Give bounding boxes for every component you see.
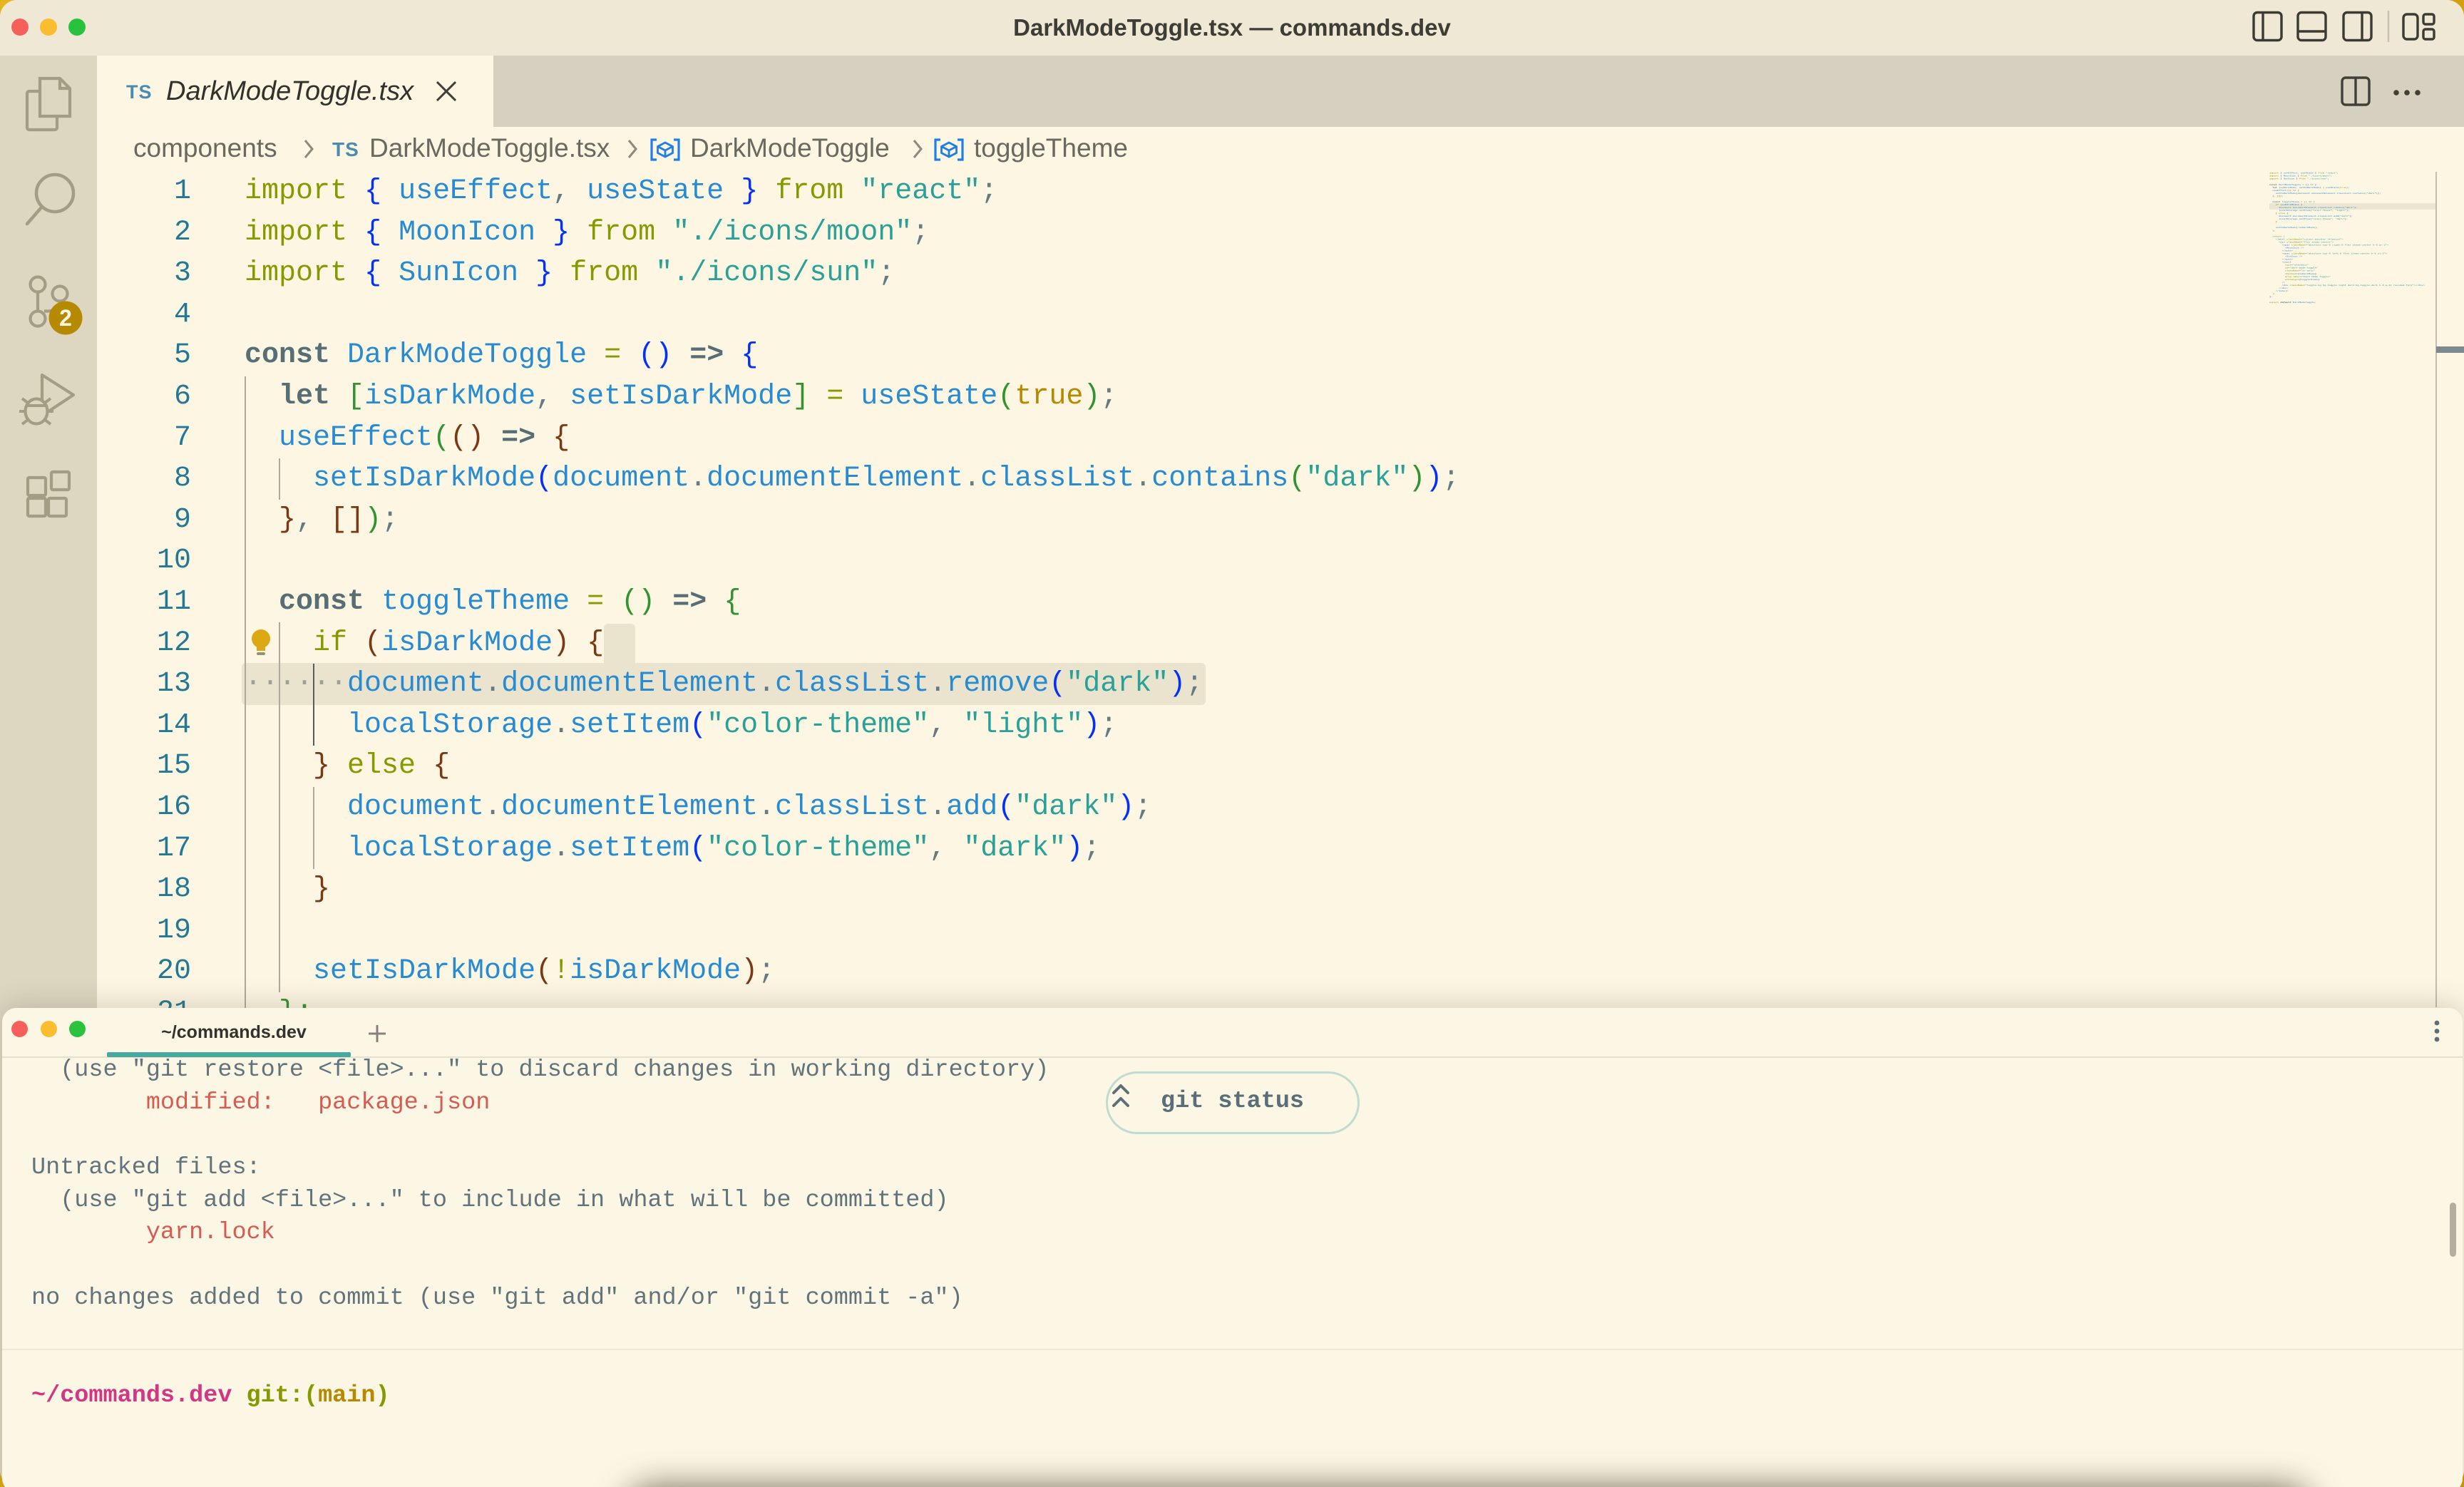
svg-text:2: 2	[59, 305, 72, 331]
